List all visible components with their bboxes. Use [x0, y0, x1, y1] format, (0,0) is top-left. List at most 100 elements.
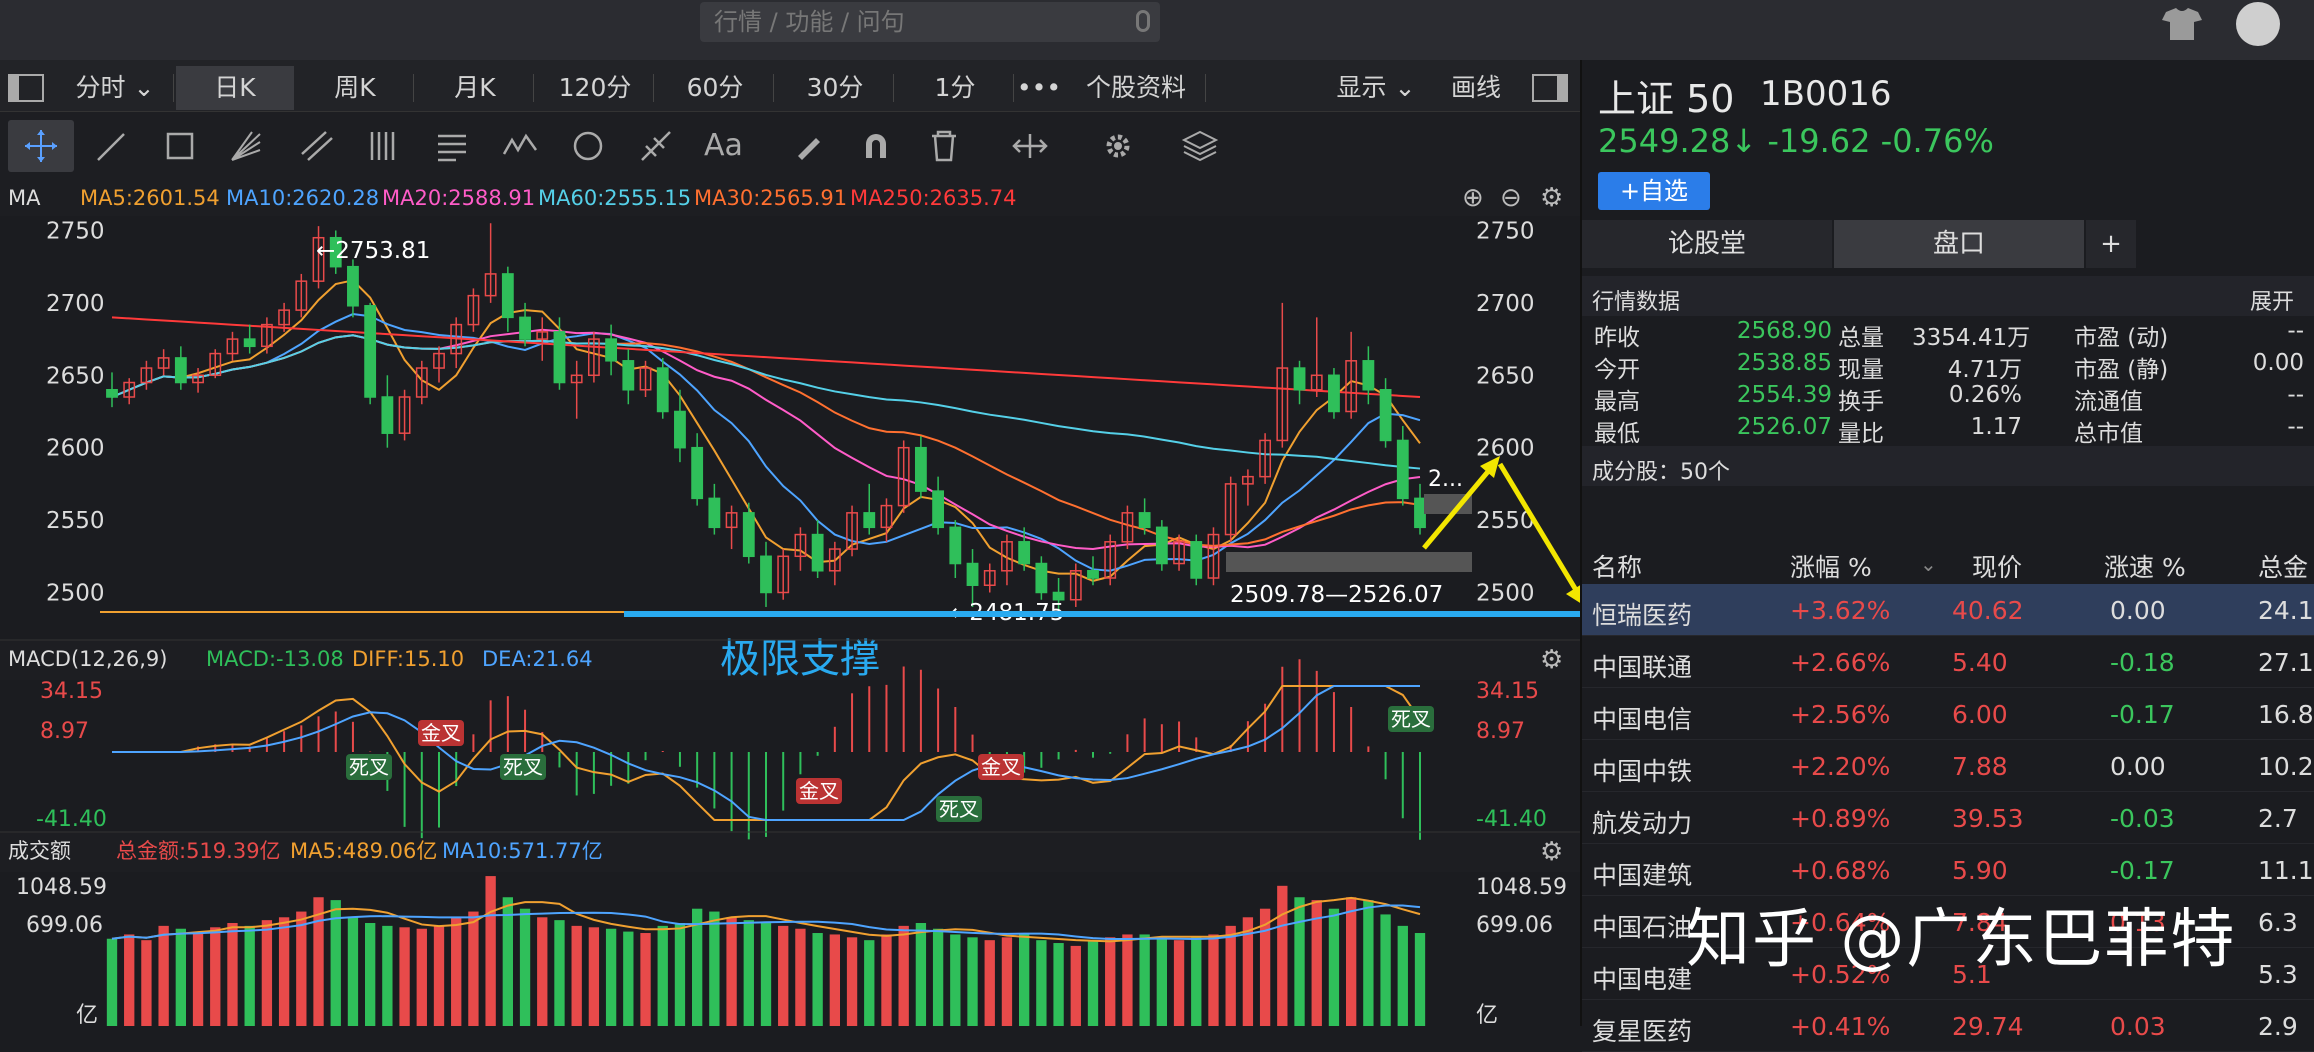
candle-body: [622, 360, 635, 391]
tshirt-icon[interactable]: [2160, 6, 2204, 42]
stock-cell: -0.18: [2110, 648, 2175, 677]
candle-body: [243, 338, 256, 348]
volume-bar: [623, 931, 634, 1026]
candle-body: [674, 410, 686, 449]
volume-bar: [709, 911, 720, 1026]
volume-bar: [1018, 934, 1030, 1026]
col-amount[interactable]: 总金: [2258, 548, 2308, 584]
volume-bar: [1345, 897, 1357, 1026]
macd-settings-icon: ⚙: [1540, 645, 1563, 675]
vol-tick-right: 699.06: [1476, 913, 1553, 938]
quote-section-title: 行情数据: [1592, 290, 1681, 315]
main-panel-bg: [0, 216, 1580, 640]
vol-tick-right: 亿: [1476, 1003, 1498, 1026]
vol-tick: 1048.59: [16, 875, 107, 900]
volume-bar: [657, 925, 668, 1026]
avatar[interactable]: [2236, 2, 2280, 46]
volume-bar: [1105, 937, 1116, 1026]
quote-cell: 量比: [1838, 421, 1884, 447]
stock-row[interactable]: 复星医药 +0.41% 29.74 0.03 2.9: [1582, 1000, 2314, 1052]
death-cross-badge: 死叉: [503, 755, 543, 779]
candle-body: [949, 526, 962, 565]
tab-order-book[interactable]: 盘口: [1834, 220, 2084, 268]
volume-ma10: MA10:571.77亿: [442, 839, 603, 863]
stock-list-header: 名称 涨幅 % ⌄ 现价 涨速 % 总金: [1582, 540, 2314, 584]
volume-bar: [864, 940, 875, 1026]
stock-cell: +0.68%: [1790, 856, 1891, 885]
short-label: 2...: [1428, 467, 1463, 492]
col-price[interactable]: 现价: [1972, 548, 2022, 584]
volume-bar: [984, 940, 995, 1026]
add-tab-button[interactable]: +: [2086, 220, 2136, 268]
vol-tick: 699.06: [26, 913, 103, 938]
volume-bar: [640, 933, 651, 1026]
candle-body: [811, 533, 824, 572]
candle-body: [519, 316, 531, 340]
candle-body: [1138, 512, 1151, 529]
y-tick-left: 2500: [46, 580, 105, 606]
stock-row[interactable]: 航发动力 +0.89% 39.53 -0.03 2.7: [1582, 792, 2314, 844]
macd-tick: 34.15: [40, 679, 103, 704]
stock-row[interactable]: 中国中铁 +2.20% 7.88 0.00 10.2: [1582, 740, 2314, 792]
stock-cell: 24.1: [2258, 596, 2314, 625]
volume-bar: [829, 934, 841, 1026]
candle-body: [1396, 439, 1409, 500]
quote-cell: 0.00: [2252, 350, 2304, 376]
volume-bar: [1225, 925, 1236, 1026]
index-name: 上证 50: [1598, 77, 1735, 121]
candle-body: [1155, 526, 1168, 565]
stock-cell: +2.20%: [1790, 752, 1891, 781]
candle-body: [1087, 570, 1099, 579]
volume-bar: [1036, 940, 1047, 1026]
diff-value: DIFF:15.10: [352, 647, 464, 671]
death-cross-badge: 死叉: [349, 755, 389, 779]
volume-label: 成交额: [8, 839, 71, 863]
sort-down-icon[interactable]: ⌄: [1920, 552, 1937, 576]
quote-cell: 现量: [1838, 357, 1884, 383]
volume-bar: [313, 897, 324, 1026]
quote-cell: 流通值: [2074, 389, 2143, 415]
col-name[interactable]: 名称: [1592, 548, 1642, 584]
candle-body: [174, 357, 187, 384]
candle-body: [691, 446, 704, 500]
volume-bar: [364, 923, 376, 1026]
stock-cell: 27.1: [2258, 648, 2314, 677]
volume-bar: [210, 927, 221, 1026]
stock-cell: 7.88: [1952, 752, 2008, 781]
stock-cell: +2.66%: [1790, 648, 1891, 677]
stock-cell: 中国电信: [1592, 705, 1693, 734]
col-change[interactable]: 涨幅 %: [1790, 548, 1872, 584]
volume-bar: [795, 928, 806, 1026]
macd-tick-right: 8.97: [1476, 719, 1525, 744]
volume-bar: [1087, 940, 1099, 1026]
macd-value: MACD:-13.08: [206, 647, 344, 671]
index-code: 1B0016: [1760, 74, 1892, 114]
stock-row[interactable]: 恒瑞医药 +3.62% 40.62 0.00 24.1: [1582, 584, 2314, 636]
watermark: 知乎 @广东巴菲特: [1686, 903, 2237, 977]
volume-ma5: MA5:489.06亿: [290, 839, 437, 863]
stock-row[interactable]: 中国联通 +2.66% 5.40 -0.18 27.1: [1582, 636, 2314, 688]
candle-body: [708, 497, 721, 529]
y-tick-right: 2650: [1476, 363, 1535, 389]
expand-button[interactable]: 展开: [2250, 284, 2294, 316]
quote-cell: 总市值: [2074, 421, 2143, 447]
stock-cell: -0.17: [2110, 856, 2175, 885]
kline-chart[interactable]: 2750 2750 2700 2700 2650 2650 2600 2600 2550 2550…: [0, 0, 1580, 1026]
col-speed[interactable]: 涨速 %: [2104, 548, 2186, 584]
golden-cross-badge: 金叉: [981, 755, 1021, 779]
stock-row[interactable]: 中国电信 +2.56% 6.00 -0.17 16.8: [1582, 688, 2314, 740]
volume-bar: [571, 925, 582, 1026]
gap-box: [1226, 552, 1472, 572]
add-watchlist-button[interactable]: +自选: [1598, 172, 1710, 210]
candle-body: [656, 367, 669, 413]
range-label: 2509.78—2526.07: [1230, 582, 1443, 608]
macd-tick: 8.97: [40, 719, 89, 744]
tab-forum[interactable]: 论股堂: [1582, 220, 1832, 268]
volume-bar: [1208, 934, 1219, 1026]
quote-cell: 4.71万: [1947, 357, 2022, 383]
quote-cell: 今开: [1594, 357, 1640, 383]
volume-bar: [967, 937, 978, 1026]
support-text: 极限支撑: [720, 636, 880, 682]
volume-bar: [158, 925, 169, 1026]
candle-body: [966, 562, 979, 586]
